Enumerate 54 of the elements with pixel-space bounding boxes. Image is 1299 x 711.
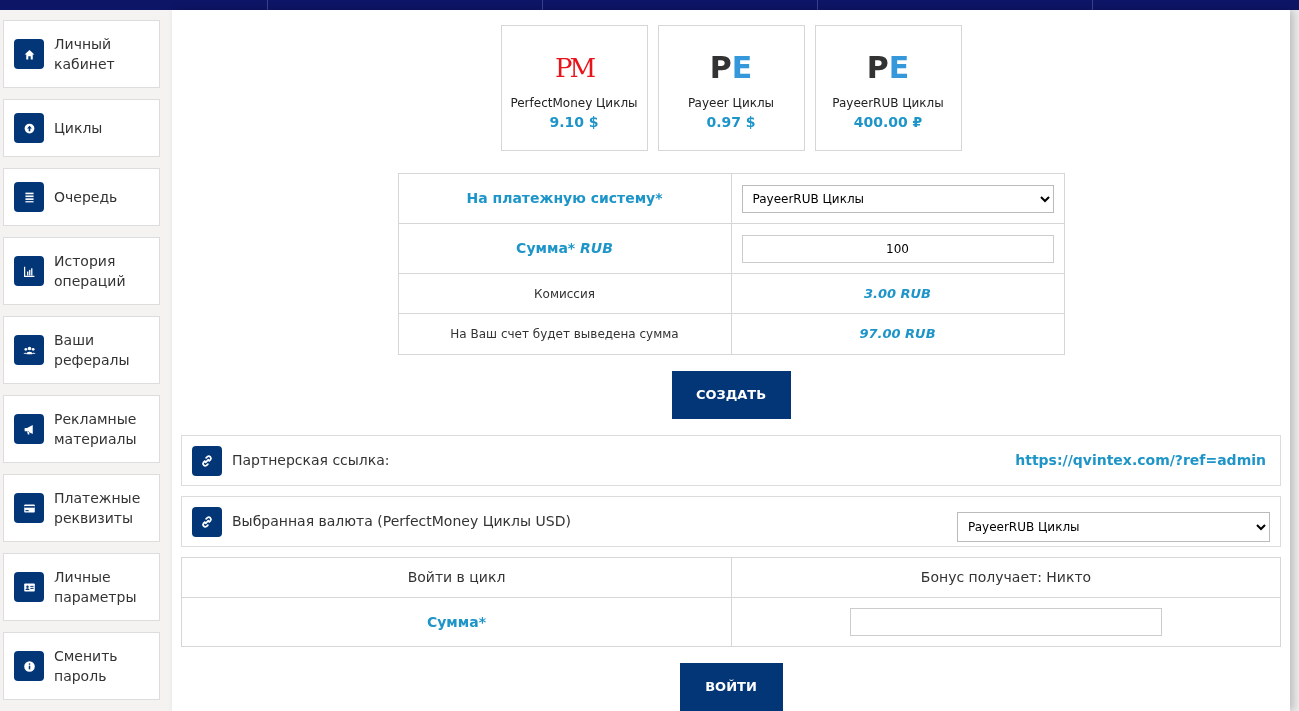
- sidebar-item-card[interactable]: Платежные реквизиты: [3, 474, 160, 542]
- wallet-name: PayeerRUB Циклы: [832, 95, 944, 112]
- wallet-balance: 400.00 ₽: [853, 113, 923, 132]
- payment-system-select[interactable]: PayeerRUB Циклы: [741, 184, 1054, 213]
- partner-link-label: Партнерская ссылка:: [232, 451, 390, 470]
- home-icon: [14, 39, 44, 69]
- table-cell: На Ваш счет будет выведена сумма: [398, 314, 732, 354]
- sidebar-item-card[interactable]: Сменить пароль: [3, 632, 160, 700]
- amount-input[interactable]: 100: [741, 234, 1054, 263]
- link-icon: [192, 445, 222, 476]
- wallet-logo: PE: [866, 50, 910, 86]
- info-icon: [14, 651, 44, 681]
- sidebar-item-card[interactable]: Циклы: [3, 99, 160, 157]
- currency-label: Выбранная валюта (PerfectMoney Циклы USD): [232, 512, 571, 531]
- sidebar-item[interactable]: Циклы: [54, 118, 149, 138]
- wallet-name: PerfectMoney Циклы: [510, 95, 638, 112]
- wallet-balance: 0.97 $: [706, 113, 756, 132]
- sidebar-item-card[interactable]: Ваши рефералы: [3, 316, 160, 384]
- sidebar-item[interactable]: Платежные реквизиты: [54, 488, 149, 528]
- sidebar-item-card[interactable]: Рекламные материалы: [3, 395, 160, 463]
- sidebar-item[interactable]: Очередь: [54, 187, 149, 207]
- sidebar-item-card[interactable]: Личные параметры: [3, 553, 160, 621]
- wallet-logo: PE: [709, 50, 753, 86]
- credit-card-icon: [14, 493, 44, 523]
- enter-button[interactable]: ВОЙТИ: [679, 663, 783, 711]
- sidebar-item[interactable]: История операций: [54, 251, 149, 291]
- id-card-icon: [14, 572, 44, 602]
- sidebar-item[interactable]: Личный кабинет: [54, 34, 149, 74]
- wallet-balance: 9.10 $: [549, 113, 599, 132]
- amount-input[interactable]: [850, 608, 1162, 636]
- table-cell: Комиссия: [398, 274, 732, 313]
- sidebar-item[interactable]: Сменить пароль: [54, 646, 149, 686]
- table-cell: Войти в цикл: [182, 558, 732, 597]
- wallet-logo: PM: [554, 52, 594, 85]
- form-value: 3.00 RUB: [863, 284, 932, 303]
- sidebar-item[interactable]: Ваши рефералы: [54, 330, 149, 370]
- bar-chart-icon: [14, 256, 44, 286]
- sidebar-item[interactable]: Личные параметры: [54, 567, 149, 607]
- create-button[interactable]: СОЗДАТЬ: [671, 371, 791, 419]
- list-icon: [14, 182, 44, 212]
- currency-select[interactable]: PayeerRUB Циклы: [957, 511, 1270, 542]
- sidebar-item-card[interactable]: Личный кабинет: [3, 20, 160, 88]
- form-value: 97.00 RUB: [859, 325, 936, 344]
- sidebar-item[interactable]: Рекламные материалы: [54, 409, 149, 449]
- link-icon: [192, 506, 222, 537]
- table-cell-text: Бонус получает: Никто: [919, 568, 1093, 587]
- megaphone-icon: [14, 414, 44, 444]
- sidebar-item-card[interactable]: История операций: [3, 237, 160, 305]
- sidebar-item-card[interactable]: Очередь: [3, 168, 160, 226]
- table-cell: Сумма*: [182, 598, 732, 646]
- table-cell: На платежную систему*: [398, 174, 732, 223]
- wallet-name: Payeer Циклы: [687, 95, 775, 112]
- users-icon: [14, 335, 44, 365]
- table-cell: Сумма* RUB: [398, 224, 732, 273]
